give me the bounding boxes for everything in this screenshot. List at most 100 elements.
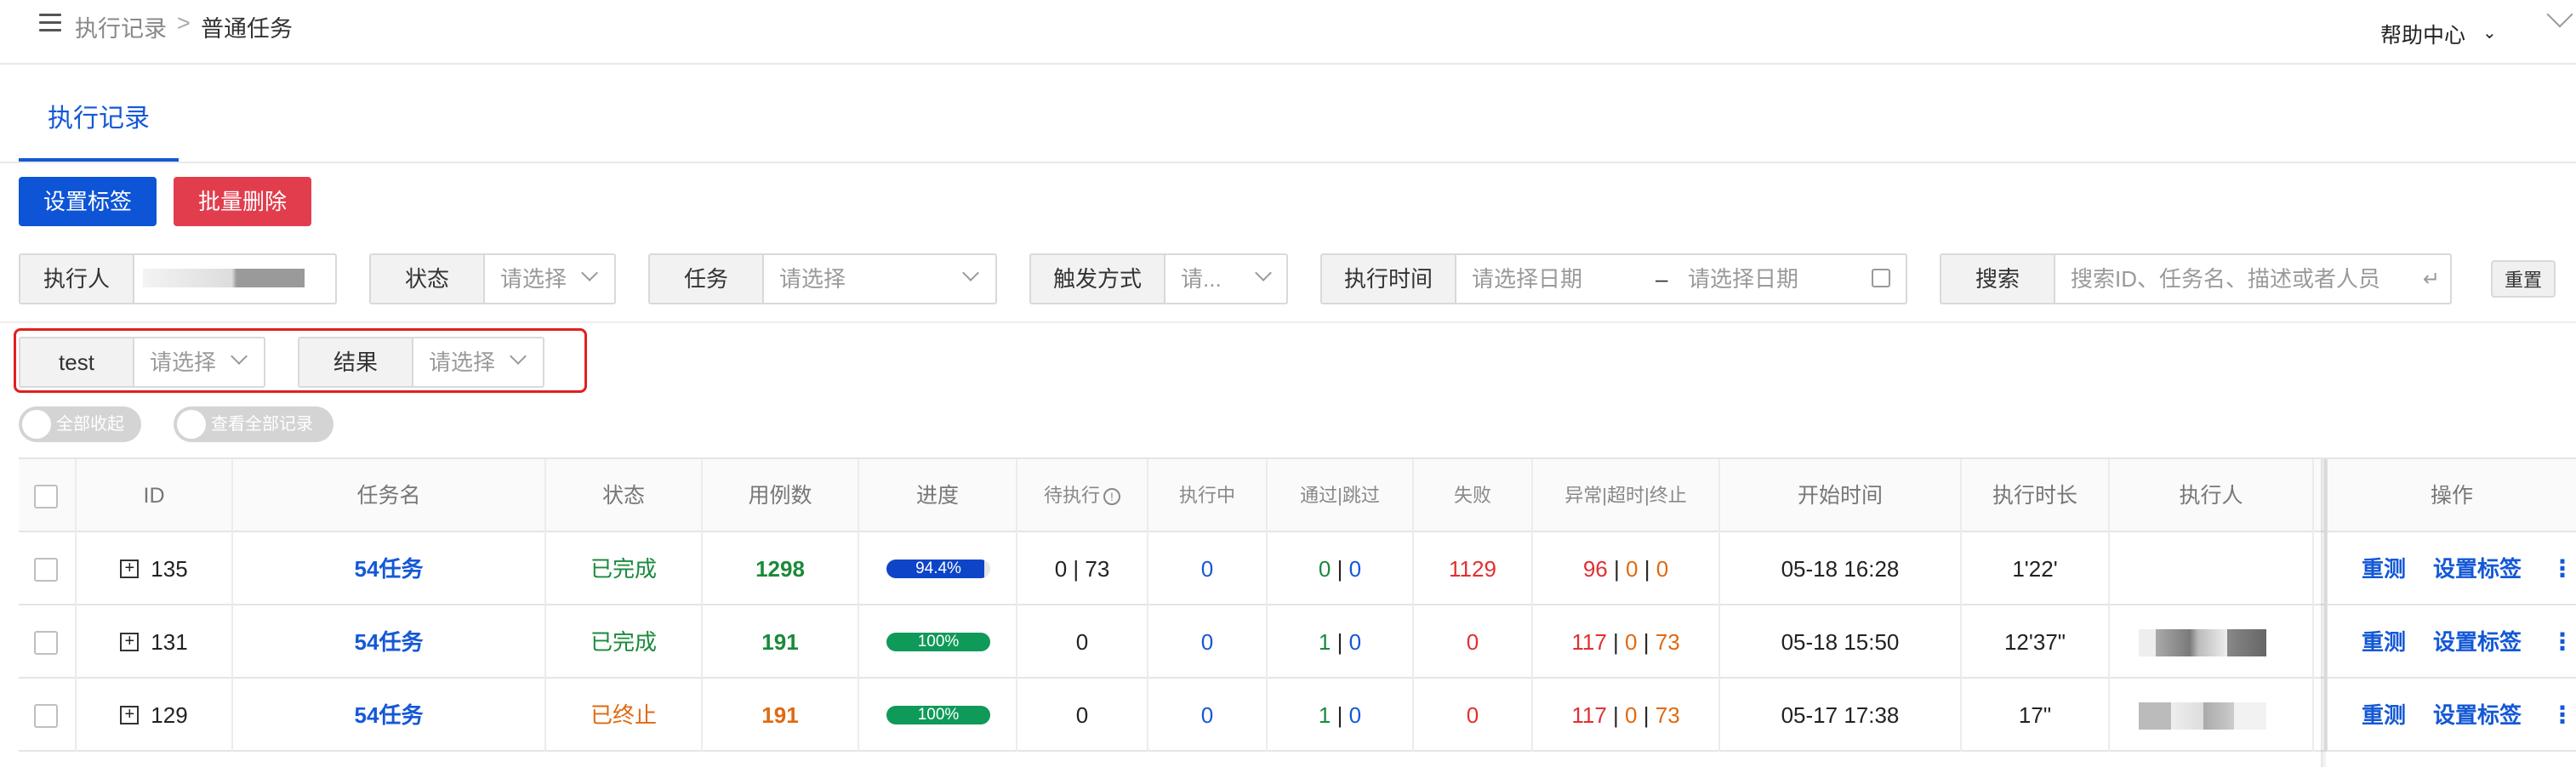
header-id[interactable]: ID bbox=[77, 459, 233, 532]
more-icon[interactable]: ⋮ bbox=[2550, 605, 2574, 679]
task-name-link[interactable]: 54任务 bbox=[233, 605, 546, 679]
progress-cell: 100% bbox=[859, 605, 1017, 679]
row-id: 129 bbox=[151, 702, 188, 728]
chevron-down-icon bbox=[231, 348, 248, 365]
header-pending[interactable]: 待执行! bbox=[1017, 459, 1148, 532]
retest-link[interactable]: 重测 bbox=[2362, 605, 2406, 679]
set-tag-link[interactable]: 设置标签 bbox=[2433, 532, 2522, 605]
result-filter[interactable]: 结果 请选择 bbox=[298, 337, 544, 388]
more-icon[interactable]: ⋮ bbox=[2550, 679, 2574, 752]
duration: 1'22' bbox=[1962, 532, 2110, 605]
progress-bar: 100% bbox=[886, 706, 990, 724]
status-filter[interactable]: 状态 请选择 bbox=[369, 253, 616, 304]
header-start-time[interactable]: 开始时间 bbox=[1720, 459, 1962, 532]
pending-total: 73 bbox=[1085, 556, 1110, 582]
separator: | bbox=[1073, 556, 1080, 582]
reset-button[interactable]: 重置 bbox=[2491, 260, 2556, 298]
test-filter[interactable]: test 请选择 bbox=[19, 337, 265, 388]
task-name-link[interactable]: 54任务 bbox=[233, 532, 546, 605]
set-tag-button[interactable]: 设置标签 bbox=[19, 177, 157, 226]
retest-link[interactable]: 重测 bbox=[2362, 679, 2406, 752]
fail-count: 1129 bbox=[1414, 532, 1533, 605]
header-progress[interactable]: 进度 bbox=[859, 459, 1017, 532]
executor-cell bbox=[2110, 679, 2314, 752]
operation-cell: 重测 设置标签 ⋮ bbox=[2324, 679, 2576, 752]
header-running[interactable]: 执行中 bbox=[1148, 459, 1268, 532]
id-cell: +135 bbox=[77, 532, 233, 605]
view-all-records-toggle[interactable]: 查看全部记录 bbox=[174, 406, 333, 442]
search-filter[interactable]: 搜索 搜索ID、任务名、描述或者人员 ↵ bbox=[1940, 253, 2452, 304]
start-time: 05-18 16:28 bbox=[1720, 532, 1962, 605]
expand-icon[interactable]: + bbox=[120, 706, 140, 725]
running-count: 0 bbox=[1148, 605, 1268, 679]
tab-bar: 执行记录 bbox=[0, 65, 2576, 163]
chevron-down-icon[interactable]: ⌄ bbox=[2482, 22, 2497, 43]
status-filter-label: 状态 bbox=[371, 255, 485, 303]
header-pass-skip[interactable]: 通过|跳过 bbox=[1268, 459, 1414, 532]
separator: | bbox=[1644, 556, 1650, 582]
row-checkbox[interactable] bbox=[34, 558, 58, 582]
error-timeout-stop-cell: 117 | 0 | 73 bbox=[1533, 679, 1720, 752]
help-center-link[interactable]: 帮助中心 bbox=[2380, 19, 2465, 49]
set-tag-link[interactable]: 设置标签 bbox=[2433, 605, 2522, 679]
id-cell: +129 bbox=[77, 679, 233, 752]
header-task-name[interactable]: 任务名 bbox=[233, 459, 546, 532]
separator: | bbox=[1613, 556, 1620, 582]
task-filter[interactable]: 任务 请选择 bbox=[648, 253, 997, 304]
task-name-link[interactable]: 54任务 bbox=[233, 679, 546, 752]
header-fail[interactable]: 失败 bbox=[1414, 459, 1533, 532]
executor-avatar bbox=[2139, 702, 2266, 730]
progress-label: 94.4% bbox=[915, 560, 961, 577]
enter-icon[interactable]: ↵ bbox=[2423, 267, 2440, 292]
timeout-count: 0 bbox=[1625, 702, 1638, 728]
expand-corner-icon[interactable] bbox=[2546, 1, 2573, 28]
header-operation: 操作 bbox=[2324, 459, 2576, 532]
collapse-all-toggle[interactable]: 全部收起 bbox=[19, 406, 141, 442]
menu-icon[interactable] bbox=[39, 14, 61, 32]
header-status[interactable]: 状态 bbox=[546, 459, 703, 532]
search-input[interactable]: 搜索ID、任务名、描述或者人员 bbox=[2071, 255, 2380, 303]
search-filter-label: 搜索 bbox=[1941, 255, 2055, 303]
row-checkbox[interactable] bbox=[34, 631, 58, 655]
header-duration[interactable]: 执行时长 bbox=[1962, 459, 2110, 532]
exec-time-filter[interactable]: 执行时间 请选择日期 – 请选择日期 bbox=[1320, 253, 1907, 304]
header-pending-label: 待执行 bbox=[1043, 485, 1100, 506]
select-all-checkbox[interactable] bbox=[34, 485, 58, 508]
set-tag-link[interactable]: 设置标签 bbox=[2433, 679, 2522, 752]
tab-active-indicator bbox=[19, 158, 179, 162]
table-header-row: ID 任务名 状态 用例数 进度 待执行! 执行中 通过|跳过 失败 异常|超时… bbox=[19, 459, 2576, 532]
divider bbox=[0, 321, 2576, 323]
retest-link[interactable]: 重测 bbox=[2362, 532, 2406, 605]
start-time: 05-17 17:38 bbox=[1720, 679, 1962, 752]
view-all-records-label: 查看全部记录 bbox=[211, 415, 313, 434]
header-case-count[interactable]: 用例数 bbox=[703, 459, 859, 532]
batch-delete-button[interactable]: 批量删除 bbox=[174, 177, 311, 226]
running-count: 0 bbox=[1148, 532, 1268, 605]
info-icon[interactable]: ! bbox=[1103, 488, 1120, 506]
expand-icon[interactable]: + bbox=[120, 633, 140, 652]
header-error-timeout-stop[interactable]: 异常|超时|终止 bbox=[1533, 459, 1720, 532]
task-filter-label: 任务 bbox=[650, 255, 764, 303]
more-icon[interactable]: ⋮ bbox=[2550, 532, 2574, 605]
status-text: 已完成 bbox=[546, 605, 703, 679]
operation-cell: 重测 设置标签 ⋮ bbox=[2324, 532, 2576, 605]
chevron-down-icon bbox=[1255, 264, 1272, 281]
row-checkbox-cell bbox=[19, 605, 77, 679]
executor-avatar bbox=[2139, 629, 2266, 656]
trigger-filter-label: 触发方式 bbox=[1031, 255, 1165, 303]
skip-count: 0 bbox=[1348, 556, 1362, 582]
executor-filter[interactable]: 执行人 bbox=[19, 253, 337, 304]
chevron-down-icon bbox=[962, 264, 979, 281]
row-checkbox[interactable] bbox=[34, 704, 58, 728]
header-executor[interactable]: 执行人 bbox=[2110, 459, 2314, 532]
tab-execution-records[interactable]: 执行记录 bbox=[19, 97, 179, 163]
trigger-filter[interactable]: 触发方式 请... bbox=[1029, 253, 1288, 304]
calendar-icon[interactable] bbox=[1872, 269, 1890, 287]
start-date-input[interactable]: 请选择日期 bbox=[1472, 255, 1582, 303]
end-date-input[interactable]: 请选择日期 bbox=[1688, 255, 1798, 303]
id-cell: +131 bbox=[77, 605, 233, 679]
expand-icon[interactable]: + bbox=[120, 560, 140, 579]
separator: | bbox=[1336, 556, 1343, 582]
breadcrumb-parent[interactable]: 执行记录 bbox=[75, 10, 167, 43]
operation-cell: 重测 设置标签 ⋮ bbox=[2324, 605, 2576, 679]
